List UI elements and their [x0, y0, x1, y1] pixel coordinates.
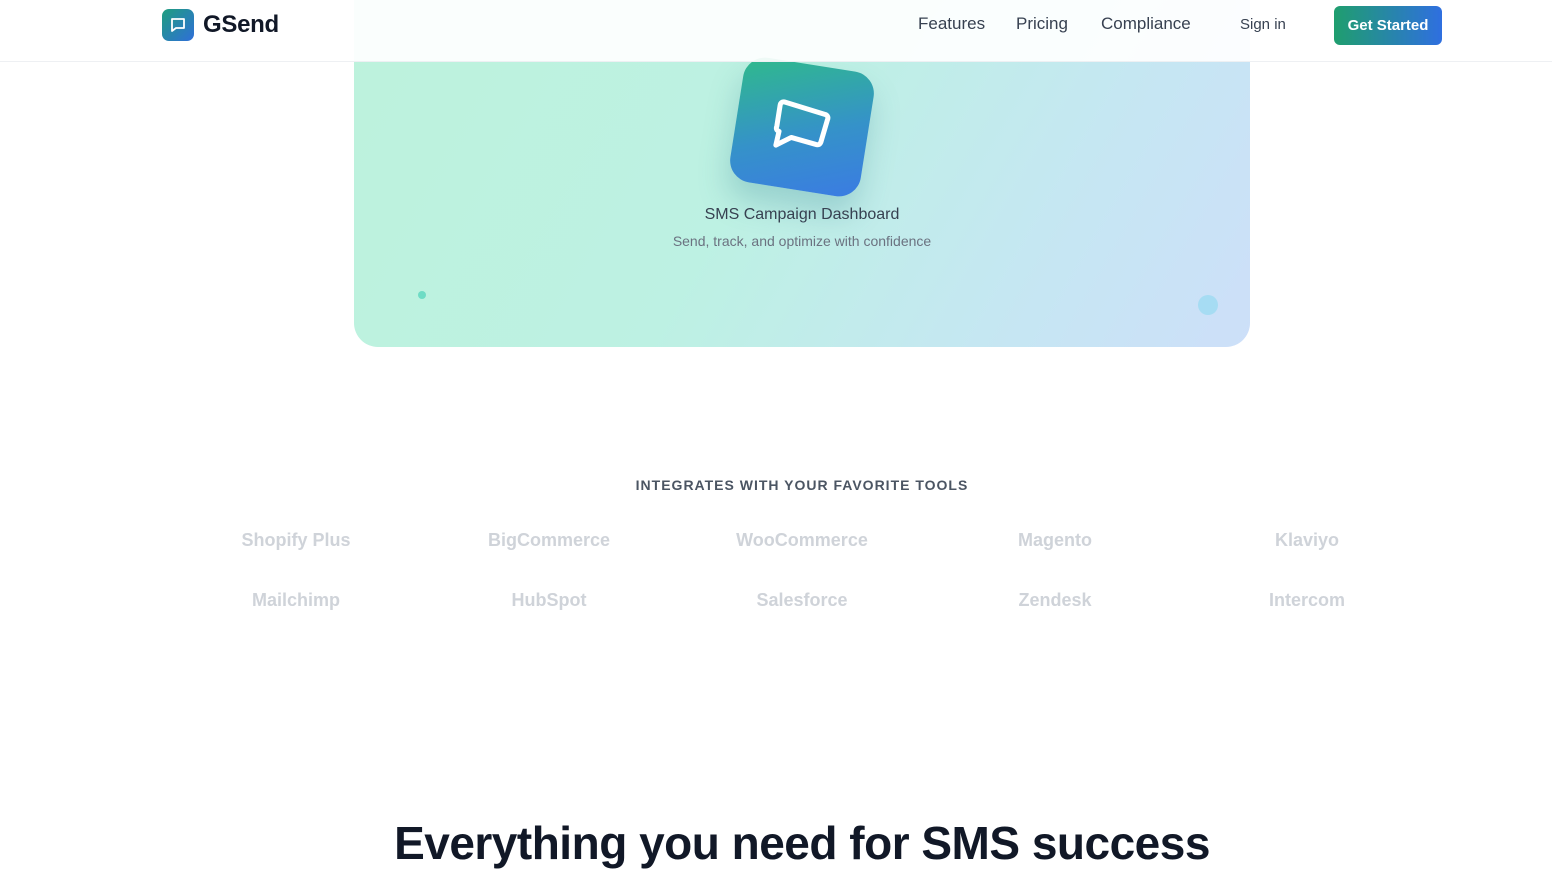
nav-compliance[interactable]: Compliance — [1101, 14, 1191, 34]
integration-magento[interactable]: Magento — [955, 530, 1155, 551]
integration-shopify-plus[interactable]: Shopify Plus — [196, 530, 396, 551]
chat-bubble-icon — [726, 54, 878, 200]
site-header: GSend Features Pricing Compliance Sign i… — [0, 0, 1552, 62]
integration-intercom[interactable]: Intercom — [1207, 590, 1407, 611]
decorative-dot-small — [418, 291, 426, 299]
hero-title: SMS Campaign Dashboard — [704, 206, 900, 223]
integration-hubspot[interactable]: HubSpot — [449, 590, 649, 611]
get-started-button[interactable]: Get Started — [1334, 6, 1442, 45]
chat-bubble-icon — [162, 9, 194, 41]
features-heading: Everything you need for SMS success — [394, 817, 1210, 869]
integration-klaviyo[interactable]: Klaviyo — [1207, 530, 1407, 551]
nav-features[interactable]: Features — [918, 14, 985, 34]
integration-salesforce[interactable]: Salesforce — [702, 590, 902, 611]
hero-subtitle: Send, track, and optimize with confidenc… — [672, 233, 932, 249]
integrations-heading: INTEGRATES WITH YOUR FAVORITE TOOLS — [635, 477, 969, 493]
brand-logo[interactable]: GSend — [162, 9, 279, 41]
decorative-dot-large — [1198, 295, 1218, 315]
integration-zendesk[interactable]: Zendesk — [955, 590, 1155, 611]
sign-in-link[interactable]: Sign in — [1240, 16, 1286, 33]
integration-mailchimp[interactable]: Mailchimp — [196, 590, 396, 611]
brand-name: GSend — [203, 11, 279, 38]
nav-pricing[interactable]: Pricing — [1016, 14, 1068, 34]
integration-woocommerce[interactable]: WooCommerce — [702, 530, 902, 551]
integration-bigcommerce[interactable]: BigCommerce — [449, 530, 649, 551]
